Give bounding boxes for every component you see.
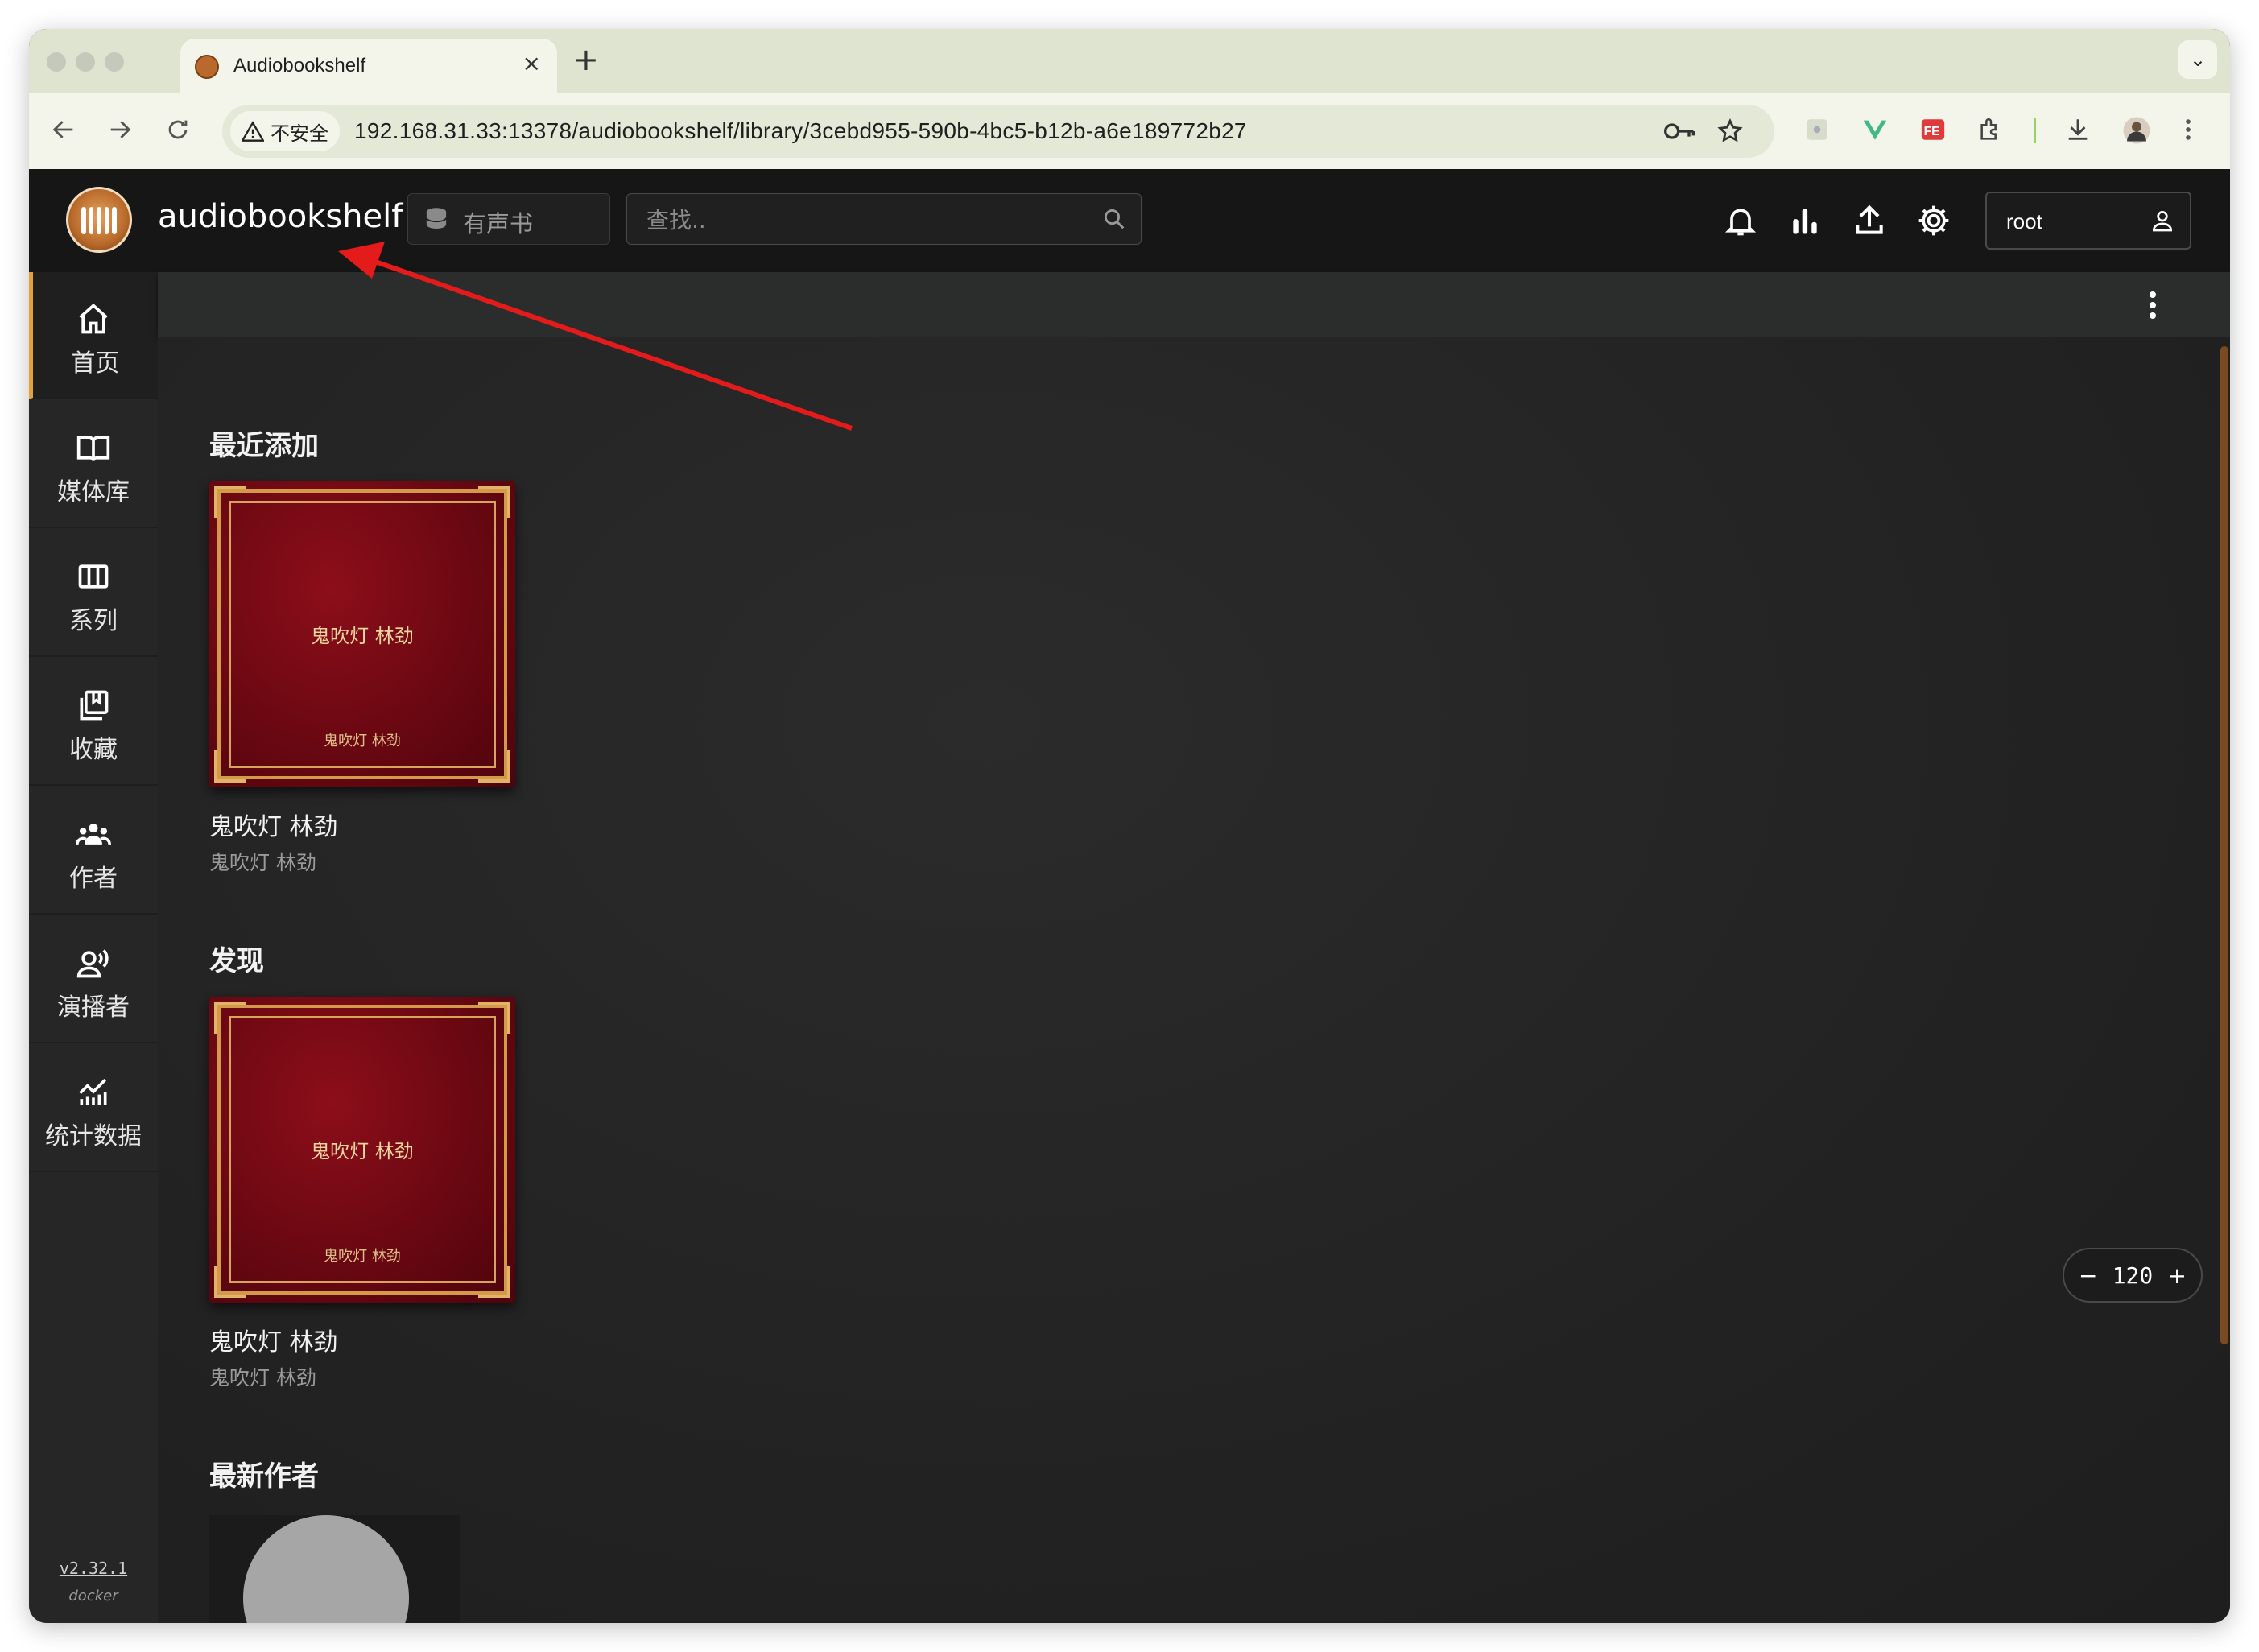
book-author[interactable]: 鬼吹灯 林劲: [209, 1362, 515, 1391]
sidebar-item-label: 演播者: [57, 993, 130, 1022]
extension-fe-icon[interactable]: FE: [1919, 116, 1947, 150]
extensions-puzzle-icon[interactable]: [1977, 116, 2005, 150]
minimize-window-button[interactable]: [76, 52, 95, 72]
sidebar-item-label: 统计数据: [45, 1122, 142, 1150]
warning-icon: [242, 121, 264, 142]
gear-icon[interactable]: [1916, 203, 1951, 238]
book-open-icon: [76, 436, 110, 461]
browser-toolbar: 不安全 192.168.31.33:13378/audiobookshelf/l…: [29, 93, 2230, 169]
browser-tab[interactable]: Audiobookshelf ×: [180, 39, 557, 93]
sidebar-item-label: 媒体库: [57, 478, 130, 506]
library-toolbar: [158, 272, 2230, 337]
author-avatar: [243, 1515, 409, 1623]
user-menu-button[interactable]: root: [1985, 192, 2191, 250]
sidebar-item-label: 首页: [71, 349, 120, 378]
back-icon[interactable]: [50, 116, 77, 143]
sidebar-item-home[interactable]: 首页: [29, 272, 158, 399]
home-shelves: 最近添加 鬼吹灯 林劲 鬼吹灯 林劲 鬼吹灯 林劲 鬼吹灯 林劲 发现 鬼吹灯 …: [158, 337, 2230, 1623]
search-icon[interactable]: [1102, 207, 1126, 231]
star-icon[interactable]: [1716, 118, 1744, 145]
close-window-button[interactable]: [47, 52, 66, 72]
key-icon[interactable]: [1663, 119, 1695, 143]
library-name: 有声书: [463, 210, 534, 237]
cover-title: 鬼吹灯 林劲: [311, 625, 414, 647]
scrollbar[interactable]: [2220, 346, 2228, 1344]
profile-icon[interactable]: [2122, 116, 2151, 151]
version-link[interactable]: v2.32.1: [29, 1559, 158, 1578]
sidebar-item-authors[interactable]: 作者: [29, 787, 158, 915]
browser-window: Audiobookshelf × + ⌄ 不安全 192.168.31.33:1…: [29, 29, 2230, 1623]
stats-bars-icon[interactable]: [1787, 203, 1823, 238]
more-options-icon[interactable]: [2150, 291, 2156, 323]
forward-icon[interactable]: [106, 116, 134, 143]
extension-vue-icon[interactable]: [1861, 116, 1889, 150]
shelf-title-discover: 发现: [209, 945, 264, 977]
people-icon: [76, 824, 111, 845]
zoom-in-button[interactable]: +: [2168, 1262, 2187, 1289]
book-card[interactable]: 鬼吹灯 林劲 鬼吹灯 林劲 鬼吹灯 林劲 鬼吹灯 林劲: [209, 481, 515, 876]
book-title[interactable]: 鬼吹灯 林劲: [209, 807, 515, 842]
zoom-out-button[interactable]: −: [2079, 1262, 2097, 1289]
shelf-title-recent: 最近添加: [209, 430, 319, 462]
new-tab-button[interactable]: +: [573, 42, 599, 77]
zoom-value: 120: [2112, 1262, 2154, 1289]
book-author[interactable]: 鬼吹灯 林劲: [209, 847, 515, 876]
app-name[interactable]: audiobookshelf: [158, 198, 403, 235]
tab-search-button[interactable]: ⌄: [2178, 40, 2217, 79]
app-header: audiobookshelf 有声书 root: [29, 169, 2230, 272]
app-logo-icon[interactable]: [66, 187, 132, 253]
tab-title: Audiobookshelf: [233, 55, 366, 76]
stats-icon: [79, 1079, 107, 1105]
sidebar-item-label: 收藏: [69, 736, 118, 764]
cover-author: 鬼吹灯 林劲: [324, 1248, 401, 1265]
book-card[interactable]: 鬼吹灯 林劲 鬼吹灯 林劲 鬼吹灯 林劲 鬼吹灯 林劲: [209, 997, 515, 1391]
zoom-window-button[interactable]: [105, 52, 124, 72]
sidebar-item-series[interactable]: 系列: [29, 530, 158, 657]
extension-react-icon[interactable]: [1803, 116, 1831, 150]
reload-icon[interactable]: [164, 116, 192, 143]
url-text[interactable]: 192.168.31.33:13378/audiobookshelf/libra…: [354, 118, 1247, 144]
search-input[interactable]: [627, 194, 1099, 246]
security-chip[interactable]: 不安全: [230, 111, 340, 151]
narrator-icon: [76, 949, 109, 978]
tab-close-button[interactable]: ×: [522, 50, 541, 76]
build-label: docker: [68, 1588, 118, 1605]
upload-icon[interactable]: [1852, 203, 1887, 238]
browser-menu-icon[interactable]: [2183, 116, 2193, 150]
author-card[interactable]: [209, 1515, 460, 1623]
user-icon: [2152, 211, 2173, 232]
database-icon: [425, 208, 448, 230]
sidebar-item-library[interactable]: 媒体库: [29, 401, 158, 528]
collection-icon: [80, 690, 109, 721]
library-select[interactable]: 有声书: [407, 193, 610, 245]
sidebar-item-stats[interactable]: 统计数据: [29, 1045, 158, 1172]
sidebar-item-narrators[interactable]: 演播者: [29, 916, 158, 1043]
book-title[interactable]: 鬼吹灯 林劲: [209, 1322, 515, 1357]
zoom-control: − 120 +: [2063, 1248, 2203, 1303]
bell-icon[interactable]: [1723, 203, 1758, 238]
sidebar-item-label: 系列: [69, 607, 118, 635]
book-cover[interactable]: 鬼吹灯 林劲 鬼吹灯 林劲: [209, 481, 515, 787]
user-name: root: [2006, 209, 2042, 233]
download-icon[interactable]: [2064, 116, 2092, 150]
book-cover[interactable]: 鬼吹灯 林劲 鬼吹灯 林劲: [209, 997, 515, 1303]
cover-title: 鬼吹灯 林劲: [311, 1140, 414, 1163]
shelf-title-new-authors: 最新作者: [209, 1460, 319, 1493]
home-icon: [79, 304, 108, 334]
cover-author: 鬼吹灯 林劲: [324, 733, 401, 750]
address-bar[interactable]: 不安全 192.168.31.33:13378/audiobookshelf/l…: [222, 105, 1774, 158]
svg-text:FE: FE: [1924, 125, 1940, 138]
toolbar-divider: [2034, 118, 2038, 150]
sidebar-item-label: 作者: [69, 865, 118, 893]
favicon-icon: [195, 55, 219, 79]
tab-strip: Audiobookshelf × + ⌄: [29, 29, 2230, 93]
columns-icon: [78, 564, 109, 589]
security-label: 不安全: [271, 122, 328, 145]
sidebar: 首页 媒体库 系列 收藏 作者 演播者 统计数据 v2.32.1 docker: [29, 272, 158, 1623]
search-box: [626, 193, 1142, 246]
sidebar-item-collections[interactable]: 收藏: [29, 659, 158, 786]
